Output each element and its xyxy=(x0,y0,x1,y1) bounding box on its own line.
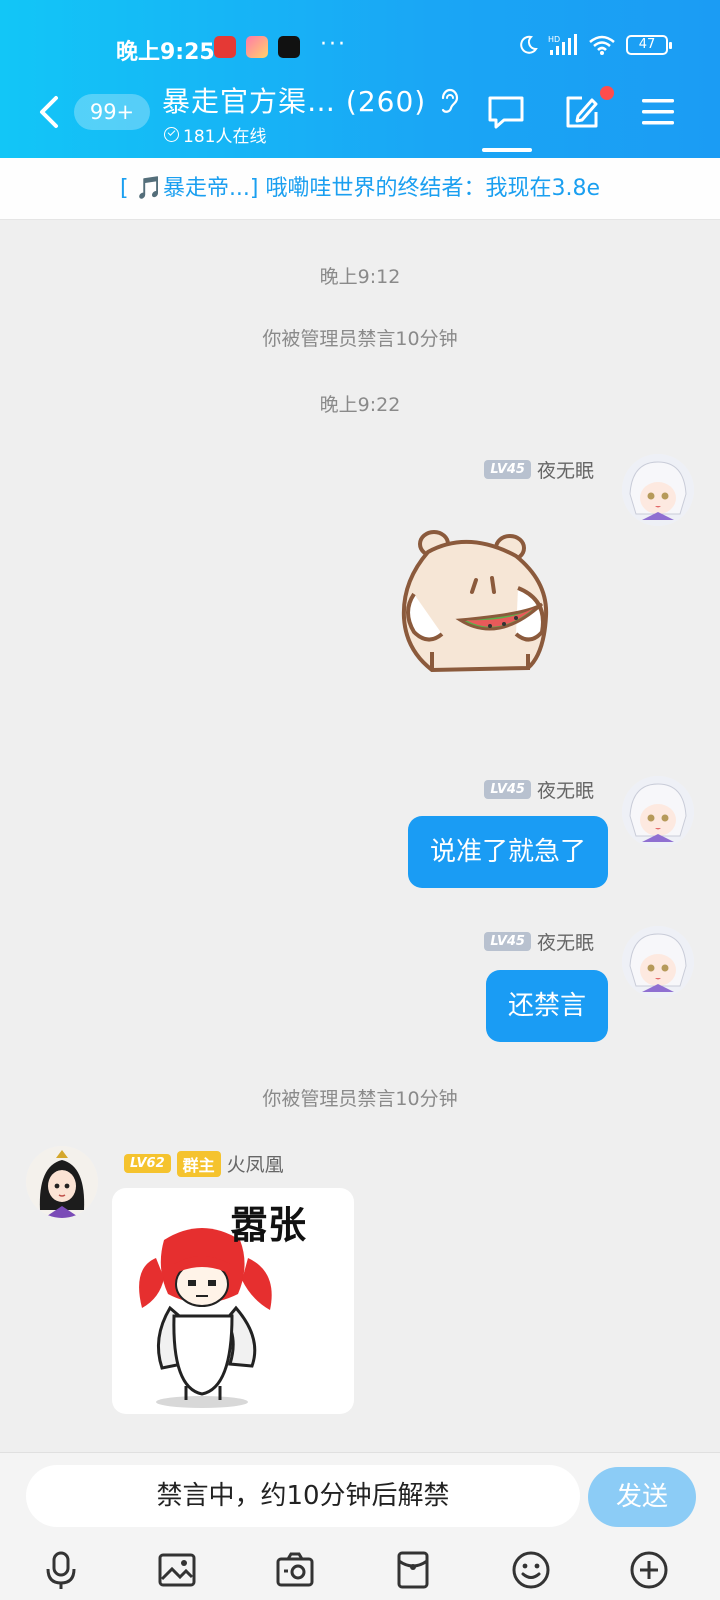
game-notification-icon xyxy=(246,36,268,58)
sender-info: LV45 夜无眠 xyxy=(484,776,594,803)
avatar-image xyxy=(622,776,694,848)
svg-text:HD: HD xyxy=(548,35,560,44)
menu-icon[interactable] xyxy=(638,92,678,132)
owner-avatar[interactable] xyxy=(26,1146,98,1218)
sender-name: 夜无眠 xyxy=(536,460,594,482)
signal-icon: HD xyxy=(548,34,577,55)
avatar[interactable] xyxy=(622,776,694,848)
message-bubble[interactable]: 还禁言 xyxy=(485,970,608,1042)
sender-info: LV62 群主 火凤凰 xyxy=(124,1150,284,1177)
avatar-image xyxy=(622,926,694,998)
timestamp: 晚上9:22 xyxy=(319,394,401,416)
sender-info: LV45 夜无眠 xyxy=(484,928,594,955)
online-count: 181人在线 xyxy=(164,122,266,147)
avatar-image xyxy=(26,1146,98,1218)
tiktok-notification-icon xyxy=(278,36,300,58)
level-badge: LV45 xyxy=(484,780,531,799)
sender-name: 火凤凰 xyxy=(226,1154,284,1176)
avatar[interactable] xyxy=(622,454,694,526)
message-bubble[interactable]: 说准了就急了 xyxy=(407,816,608,888)
level-badge: LV45 xyxy=(484,460,531,479)
back-arrow-icon[interactable] xyxy=(34,92,64,132)
sender-name: 夜无眠 xyxy=(536,932,594,954)
add-more-icon[interactable] xyxy=(628,1549,670,1591)
system-message: 你被管理员禁言10分钟 xyxy=(262,1088,458,1110)
more-notifications-icon: ··· xyxy=(320,32,347,57)
level-badge: LV45 xyxy=(484,932,531,951)
sticker-caption: 嚣张 xyxy=(230,1203,307,1247)
image-icon[interactable] xyxy=(156,1549,198,1591)
emoji-icon[interactable] xyxy=(510,1549,552,1591)
system-message: 你被管理员禁言10分钟 xyxy=(262,328,458,350)
status-right: HD 47 xyxy=(518,34,672,56)
input-area: 禁言中，约10分钟后解禁 发送 xyxy=(0,1452,720,1600)
ear-icon xyxy=(441,88,459,113)
timestamp: 晚上9:12 xyxy=(319,266,401,288)
chat-header: 晚上9:25 ··· HD 47 99+ 暴走官方渠… (260) 181人在线 xyxy=(0,0,720,158)
status-time: 晚上9:25 xyxy=(116,40,215,65)
sender-name: 夜无眠 xyxy=(536,780,594,802)
avatar[interactable] xyxy=(622,926,694,998)
hamster-watermelon-sticker[interactable] xyxy=(398,522,568,682)
online-count-text: 181人在线 xyxy=(183,127,267,147)
app-notification-icon xyxy=(214,36,236,58)
online-check-icon xyxy=(164,127,179,142)
owner-role-badge: 群主 xyxy=(176,1150,221,1177)
battery-icon: 47 xyxy=(626,35,672,55)
group-notice-banner[interactable]: [ 🎵暴走帝...] 哦嘞哇世界的终结者：我现在3.8e xyxy=(0,158,720,220)
sender-info: LV45 夜无眠 xyxy=(484,456,594,483)
compose-red-dot xyxy=(600,86,614,100)
send-button[interactable]: 发送 xyxy=(588,1467,696,1527)
level-badge: LV62 xyxy=(124,1154,171,1173)
moon-icon xyxy=(520,35,538,54)
group-title[interactable]: 暴走官方渠… (260) xyxy=(162,80,426,120)
compose-icon[interactable] xyxy=(562,92,602,132)
red-packet-icon[interactable] xyxy=(392,1549,434,1591)
chat-tab-icon[interactable] xyxy=(486,92,526,132)
unread-count-badge[interactable]: 99+ xyxy=(74,94,150,130)
microphone-icon[interactable] xyxy=(40,1549,82,1591)
arrogant-sticker[interactable]: 嚣张 xyxy=(112,1188,354,1414)
message-input[interactable]: 禁言中，约10分钟后解禁 xyxy=(26,1465,580,1527)
status-bar: 晚上9:25 ··· HD 47 xyxy=(0,32,720,65)
camera-icon[interactable] xyxy=(274,1549,316,1591)
active-tab-indicator xyxy=(482,148,532,152)
avatar-image xyxy=(622,454,694,526)
wifi-icon xyxy=(589,35,615,55)
